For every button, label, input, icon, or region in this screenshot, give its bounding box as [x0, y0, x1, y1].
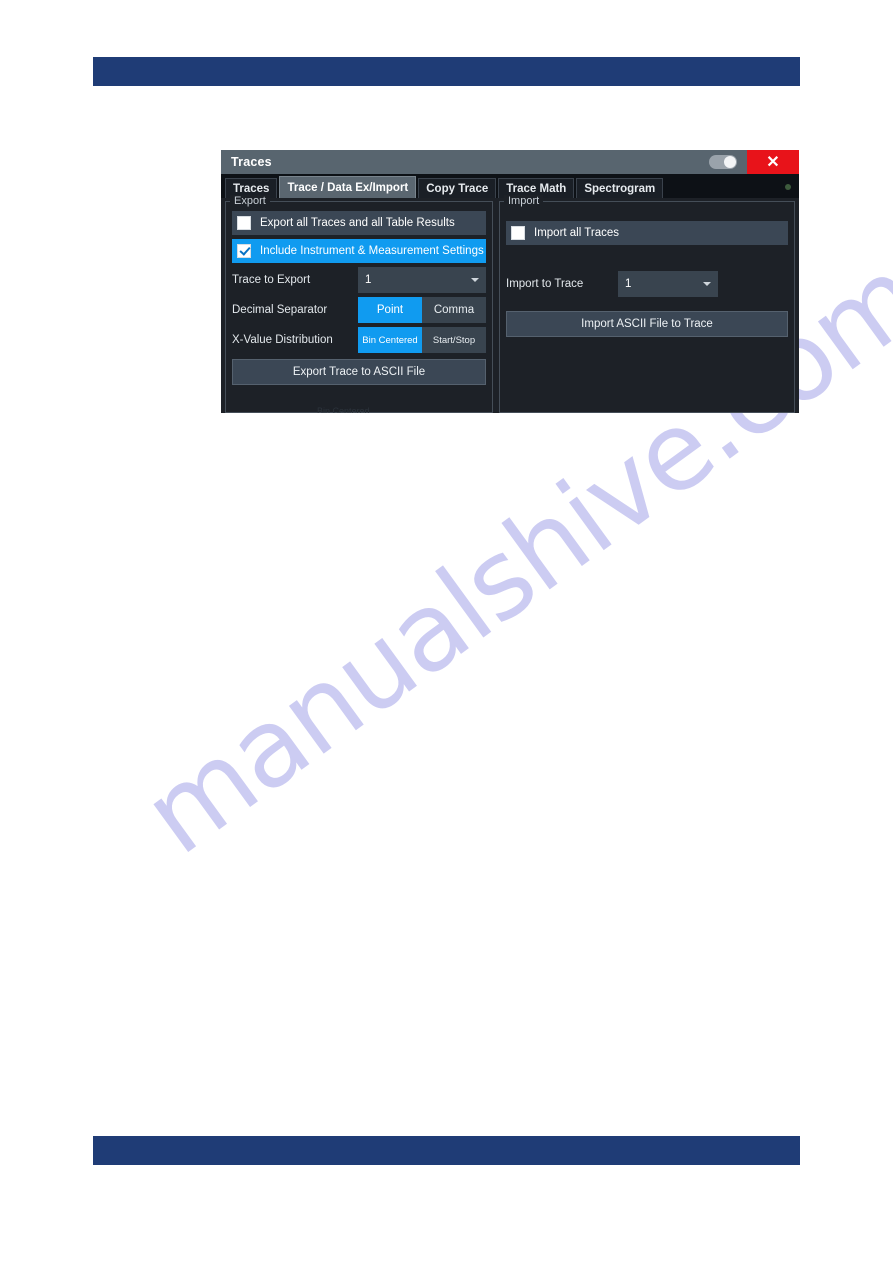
close-button[interactable]: ✕: [747, 150, 799, 174]
x-value-distribution-option-bin-centered[interactable]: Bin Centered: [358, 327, 422, 353]
import-all-traces-label: Import all Traces: [534, 227, 619, 239]
export-all-traces-row[interactable]: Export all Traces and all Table Results: [232, 211, 486, 235]
import-ascii-file-to-trace-button[interactable]: Import ASCII File to Trace: [506, 311, 788, 337]
page-footer-rule: [93, 1136, 800, 1165]
x-value-distribution-segmented: Bin Centered Start/Stop: [358, 327, 486, 353]
include-settings-label: Include Instrument & Measurement Setting…: [260, 245, 484, 257]
include-settings-row[interactable]: Include Instrument & Measurement Setting…: [232, 239, 486, 263]
decimal-separator-segmented: Point Comma: [358, 297, 486, 323]
export-panel: Export Export all Traces and all Table R…: [225, 195, 493, 413]
decimal-separator-option-comma[interactable]: Comma: [422, 297, 486, 323]
trace-to-export-value: 1: [365, 274, 372, 286]
tab-trace-data-ex-import[interactable]: Trace / Data Ex/Import: [279, 176, 417, 198]
export-all-traces-label: Export all Traces and all Table Results: [260, 217, 455, 229]
chevron-down-icon: [471, 278, 479, 282]
import-to-trace-combo[interactable]: 1: [618, 271, 718, 297]
clipped-ghost-text: Bin Centered: [317, 406, 370, 413]
trace-to-export-combo[interactable]: 1: [358, 267, 486, 293]
dialog-transparency-toggle[interactable]: [709, 155, 737, 169]
watermark: manualshive.com: [122, 234, 893, 879]
import-all-traces-checkbox[interactable]: [511, 226, 525, 240]
dialog-title: Traces: [231, 155, 272, 169]
include-settings-checkbox[interactable]: [237, 244, 251, 258]
x-value-distribution-label: X-Value Distribution: [232, 334, 333, 346]
import-all-traces-row[interactable]: Import all Traces: [506, 221, 788, 245]
import-top-spacer: [506, 211, 788, 221]
trace-to-export-row: Trace to Export 1: [232, 267, 486, 293]
export-all-traces-checkbox[interactable]: [237, 216, 251, 230]
import-bottom-spacer: [506, 301, 788, 311]
decimal-separator-row: Decimal Separator Point Comma: [232, 297, 486, 323]
tab-spectrogram[interactable]: Spectrogram: [576, 178, 664, 198]
chevron-down-icon: [703, 282, 711, 286]
decimal-separator-option-point[interactable]: Point: [358, 297, 422, 323]
tab-copy-trace[interactable]: Copy Trace: [418, 178, 497, 198]
import-panel: Import Import all Traces Import to Trace…: [499, 195, 795, 413]
dialog-body: Export Export all Traces and all Table R…: [221, 195, 799, 413]
trace-to-export-label: Trace to Export: [232, 274, 311, 286]
tab-overflow-indicator-icon[interactable]: [785, 184, 791, 190]
dialog-titlebar: Traces ✕: [221, 150, 799, 174]
x-value-distribution-option-start-stop[interactable]: Start/Stop: [422, 327, 486, 353]
export-trace-to-ascii-file-button[interactable]: Export Trace to ASCII File: [232, 359, 486, 385]
import-mid-spacer: [506, 249, 788, 271]
import-panel-legend: Import: [504, 195, 544, 207]
toggle-knob: [724, 156, 736, 168]
x-value-distribution-row: X-Value Distribution Bin Centered Start/…: [232, 327, 486, 353]
import-to-trace-label: Import to Trace: [506, 278, 584, 290]
decimal-separator-label: Decimal Separator: [232, 304, 328, 316]
import-to-trace-row: Import to Trace 1: [506, 271, 788, 297]
import-to-trace-value: 1: [625, 278, 632, 290]
traces-dialog: Traces ✕ Traces Trace / Data Ex/Import C…: [221, 150, 799, 413]
export-panel-legend: Export: [230, 195, 270, 207]
page-header-rule: [93, 57, 800, 86]
